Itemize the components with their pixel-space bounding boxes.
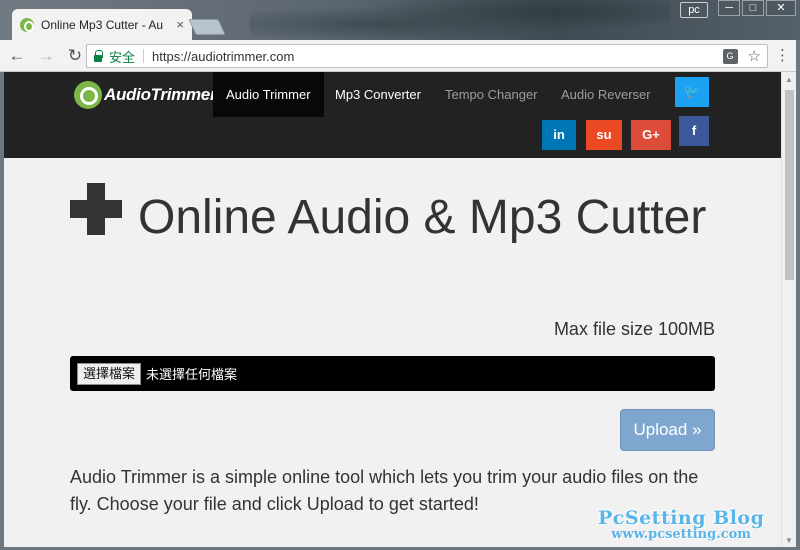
audiotrimmer-favicon-icon	[20, 17, 34, 32]
choose-file-button[interactable]: 選擇檔案	[77, 362, 142, 385]
facebook-share-icon[interactable]: f	[679, 116, 709, 146]
page-viewport: AudioTrimmer Audio Trimmer Mp3 Converter…	[4, 72, 781, 548]
titlebar-theme-art	[250, 0, 670, 40]
profile-button[interactable]: pc	[680, 2, 708, 18]
reload-button[interactable]: ↻	[63, 46, 87, 66]
url-text[interactable]: https://audiotrimmer.com	[152, 49, 723, 64]
site-logo[interactable]: AudioTrimmer	[74, 81, 217, 109]
googleplus-share-icon[interactable]: G+	[631, 120, 671, 150]
browser-toolbar: ← → ↻ 安全 https://audiotrimmer.com G ☆ ⋮	[0, 40, 800, 72]
stumbleupon-share-icon[interactable]: su	[586, 120, 622, 150]
upload-button[interactable]: Upload »	[620, 409, 715, 451]
window-controls: ─ □ ✕	[718, 0, 796, 16]
watermark: PcSetting Blog www.pcsetting.com	[598, 507, 764, 542]
file-status-text: 未選擇任何檔案	[146, 367, 238, 382]
logo-badge-icon	[74, 81, 102, 109]
close-window-button[interactable]: ✕	[766, 0, 796, 16]
nav-audio-reverser[interactable]: Audio Reverser	[548, 72, 664, 117]
address-bar[interactable]: 安全 https://audiotrimmer.com G ☆	[86, 44, 768, 68]
back-button[interactable]: ←	[5, 46, 29, 66]
nav-audio-trimmer[interactable]: Audio Trimmer	[213, 72, 324, 117]
translate-icon[interactable]: G	[722, 48, 738, 64]
page-title-text: Online Audio & Mp3 Cutter	[138, 191, 707, 244]
page-scrollbar[interactable]: ▲ ▼	[781, 72, 796, 548]
nav-tempo-changer[interactable]: Tempo Changer	[432, 72, 551, 117]
window-frame-left	[0, 72, 4, 550]
linkedin-share-icon[interactable]: in	[542, 120, 576, 150]
scroll-up-icon[interactable]: ▲	[785, 75, 793, 84]
new-tab-button[interactable]	[188, 19, 226, 35]
browser-tab[interactable]: Online Mp3 Cutter - Au ×	[12, 9, 192, 40]
lock-icon[interactable]	[93, 50, 103, 62]
window-frame-right	[796, 40, 800, 550]
tab-close-icon[interactable]: ×	[176, 17, 184, 32]
nav-mp3-converter[interactable]: Mp3 Converter	[322, 72, 434, 117]
window-titlebar: Online Mp3 Cutter - Au × pc ─ □ ✕	[0, 0, 800, 40]
tab-title: Online Mp3 Cutter - Au	[41, 17, 164, 32]
twitter-share-icon[interactable]: 🐦	[675, 77, 709, 107]
page-title: Online Audio & Mp3 Cutter	[70, 183, 710, 246]
browser-menu-icon[interactable]: ⋮	[775, 47, 790, 65]
omnibox-divider	[143, 49, 145, 63]
scrollbar-thumb[interactable]	[785, 90, 794, 280]
max-file-size-label: Max file size 100MB	[553, 319, 715, 339]
secure-label[interactable]: 安全	[109, 47, 135, 66]
forward-button[interactable]: →	[34, 46, 58, 66]
minimize-button[interactable]: ─	[718, 0, 740, 16]
watermark-title: PcSetting Blog	[598, 507, 765, 529]
scroll-down-icon[interactable]: ▼	[785, 536, 793, 545]
plus-icon	[70, 183, 122, 235]
site-navbar: AudioTrimmer Audio Trimmer Mp3 Converter…	[4, 72, 781, 158]
bookmark-star-icon[interactable]: ☆	[748, 47, 761, 65]
logo-text: AudioTrimmer	[104, 85, 217, 104]
file-input[interactable]: 選擇檔案 未選擇任何檔案	[70, 356, 715, 391]
watermark-url: www.pcsetting.com	[611, 527, 752, 542]
maximize-button[interactable]: □	[742, 0, 764, 16]
